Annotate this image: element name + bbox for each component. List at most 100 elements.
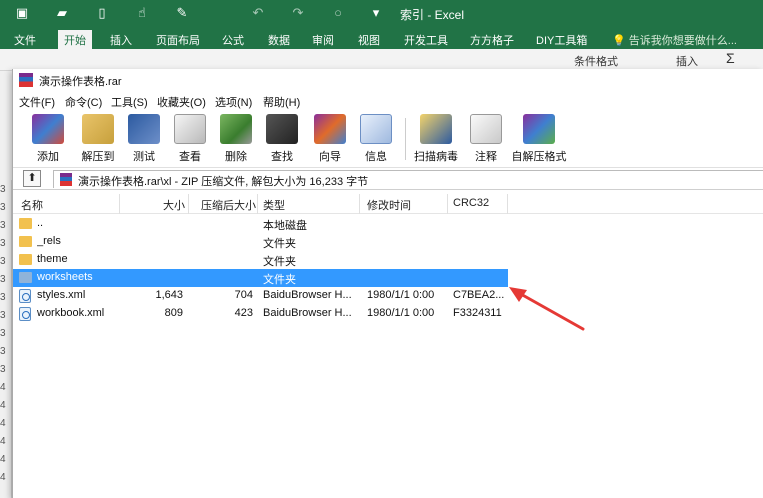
- scan-virus-icon: [420, 114, 452, 144]
- sfx-button[interactable]: 自解压格式: [507, 112, 571, 166]
- sfx-icon: [523, 114, 555, 144]
- spelling-icon[interactable]: ✎: [174, 5, 190, 21]
- tab-review[interactable]: 审阅: [306, 30, 340, 49]
- tab-file[interactable]: 文件: [8, 30, 42, 49]
- menu-favorites[interactable]: 收藏夹(O): [157, 94, 206, 110]
- row-number[interactable]: 3: [0, 310, 12, 321]
- list-item[interactable]: workbook.xml 809 423 BaiduBrowser H... 1…: [13, 305, 508, 323]
- excel-titlebar: ▣ ▰ ▯ ☝ ✎ ↶ ↷ ○ ▾ 索引 - Excel: [0, 0, 763, 27]
- column-divider[interactable]: [447, 194, 448, 214]
- info-button[interactable]: 信息: [349, 112, 403, 166]
- menu-options[interactable]: 选项(N): [215, 94, 252, 110]
- row-number[interactable]: 3: [0, 220, 12, 231]
- row-number[interactable]: 3: [0, 184, 12, 195]
- row-number[interactable]: 4: [0, 400, 12, 411]
- row-number[interactable]: 3: [0, 292, 12, 303]
- address-bar: ⬆ 演示操作表格.rar\xl - ZIP 压缩文件, 解包大小为 16,233…: [13, 168, 763, 190]
- touch-mode-icon[interactable]: ☝: [134, 5, 150, 21]
- column-divider[interactable]: [257, 194, 258, 214]
- column-divider[interactable]: [188, 194, 189, 214]
- address-field[interactable]: 演示操作表格.rar\xl - ZIP 压缩文件, 解包大小为 16,233 字…: [53, 170, 763, 188]
- row-number[interactable]: 3: [0, 346, 12, 357]
- new-document-icon[interactable]: ▯: [94, 5, 110, 21]
- xml-file-icon: [19, 307, 31, 321]
- folder-icon: [19, 272, 32, 283]
- excel-ribbon: 条件格式 插入 Σ: [0, 49, 763, 71]
- menu-help[interactable]: 帮助(H): [263, 94, 300, 110]
- open-folder-icon[interactable]: ▰: [54, 5, 70, 21]
- tell-me-search[interactable]: 💡 告诉我你想要做什么...: [612, 32, 737, 48]
- autosum-button[interactable]: Σ: [726, 50, 735, 66]
- row-number[interactable]: 3: [0, 202, 12, 213]
- scan-virus-button[interactable]: 扫描病毒: [409, 112, 463, 166]
- tab-formulas[interactable]: 公式: [216, 30, 250, 49]
- list-item[interactable]: _rels 文件夹: [13, 233, 508, 251]
- folder-icon: [19, 236, 32, 247]
- toolbar-separator: [405, 118, 406, 160]
- comment-button[interactable]: 注释: [459, 112, 513, 166]
- column-divider[interactable]: [359, 194, 360, 214]
- row-number[interactable]: 3: [0, 364, 12, 375]
- column-divider[interactable]: [119, 194, 120, 214]
- find-button[interactable]: 查找: [255, 112, 309, 166]
- winrar-window-title: 演示操作表格.rar: [39, 76, 122, 88]
- xml-file-icon: [19, 289, 31, 303]
- row-number[interactable]: 3: [0, 238, 12, 249]
- tab-insert[interactable]: 插入: [104, 30, 138, 49]
- undo-icon[interactable]: ↶: [250, 5, 266, 21]
- column-type[interactable]: 类型: [263, 197, 285, 213]
- row-number[interactable]: 3: [0, 274, 12, 285]
- add-icon: [32, 114, 64, 144]
- archive-icon: [60, 173, 72, 186]
- column-packed-size[interactable]: 压缩后大小: [201, 197, 256, 213]
- folder-icon: [19, 254, 32, 265]
- menu-file[interactable]: 文件(F): [19, 94, 55, 110]
- test-book-icon: [128, 114, 160, 144]
- menu-tools[interactable]: 工具(S): [111, 94, 148, 110]
- up-folder-button[interactable]: ⬆: [23, 170, 41, 187]
- file-list-header: 名称 大小 压缩后大小 类型 修改时间 CRC32: [13, 194, 763, 214]
- winrar-app-icon: [19, 73, 33, 87]
- annotation-arrow-icon: [509, 287, 585, 331]
- add-button[interactable]: 添加: [21, 112, 75, 166]
- column-name[interactable]: 名称: [21, 197, 43, 213]
- list-item-selected[interactable]: worksheets 文件夹: [13, 269, 508, 287]
- row-number[interactable]: 3: [0, 256, 12, 267]
- tab-page-layout[interactable]: 页面布局: [150, 30, 206, 49]
- row-number[interactable]: 3: [0, 328, 12, 339]
- tab-diy-toolbox[interactable]: DIY工具箱: [530, 30, 593, 49]
- list-item[interactable]: theme 文件夹: [13, 251, 508, 269]
- list-item[interactable]: styles.xml 1,643 704 BaiduBrowser H... 1…: [13, 287, 508, 305]
- redo-icon[interactable]: ↷: [290, 5, 306, 21]
- row-number[interactable]: 4: [0, 382, 12, 393]
- delete-bin-icon: [220, 114, 252, 144]
- winrar-toolbar: 添加 解压到 测试 查看 删除 查找 向导 信息 扫描病毒 注释 自解压格式: [13, 110, 763, 168]
- winrar-titlebar: 演示操作表格.rar: [13, 69, 763, 91]
- row-number[interactable]: 4: [0, 436, 12, 447]
- customize-toolbar-icon[interactable]: ▾: [368, 5, 384, 21]
- info-icon: [360, 114, 392, 144]
- conditional-format-button[interactable]: 条件格式: [574, 53, 618, 69]
- excel-window-title: 索引 - Excel: [400, 8, 465, 22]
- column-crc32[interactable]: CRC32: [453, 197, 489, 209]
- view-glasses-icon: [174, 114, 206, 144]
- excel-ribbon-tabs: 文件 开始 插入 页面布局 公式 数据 审阅 视图 开发工具 方方格子 DIY工…: [0, 27, 763, 49]
- address-text: 演示操作表格.rar\xl - ZIP 压缩文件, 解包大小为 16,233 字…: [78, 176, 369, 188]
- row-number[interactable]: 4: [0, 472, 12, 483]
- tab-data[interactable]: 数据: [262, 30, 296, 49]
- tab-home[interactable]: 开始: [58, 30, 92, 49]
- save-icon[interactable]: ▣: [14, 5, 30, 21]
- menu-commands[interactable]: 命令(C): [65, 94, 102, 110]
- insert-cells-button[interactable]: 插入: [676, 53, 698, 69]
- circle-icon[interactable]: ○: [330, 5, 346, 21]
- tab-fangfang[interactable]: 方方格子: [464, 30, 520, 49]
- tab-developer[interactable]: 开发工具: [398, 30, 454, 49]
- tab-view[interactable]: 视图: [352, 30, 386, 49]
- wizard-icon: [314, 114, 346, 144]
- column-size[interactable]: 大小: [163, 197, 185, 213]
- list-item[interactable]: .. 本地磁盘: [13, 215, 508, 233]
- column-modified[interactable]: 修改时间: [367, 197, 411, 213]
- row-number[interactable]: 4: [0, 418, 12, 429]
- column-divider[interactable]: [507, 194, 508, 214]
- row-number[interactable]: 4: [0, 454, 12, 465]
